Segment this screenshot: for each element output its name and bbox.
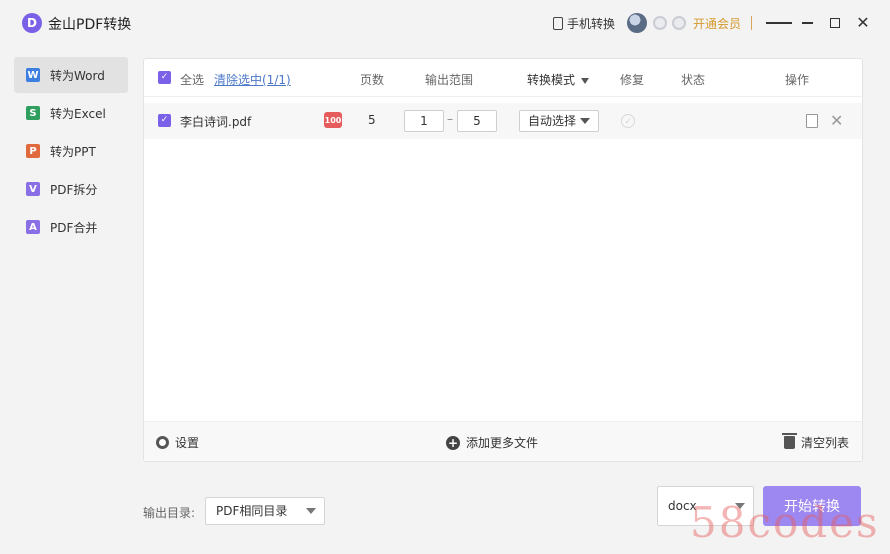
range-header: 输出范围: [425, 73, 474, 87]
close-icon: ✕: [856, 13, 870, 32]
sidebar: W 转为Word S 转为Excel P 转为PPT V PDF拆分 A PDF…: [14, 57, 128, 247]
app-title: 金山PDF转换: [48, 17, 132, 33]
status-header: 状态: [681, 73, 706, 87]
title-bar: D 金山PDF转换 手机转换 开通会员 ✕: [0, 0, 890, 46]
clear-selection-link[interactable]: 清除选中(1/1): [214, 71, 291, 88]
merge-icon: A: [26, 220, 40, 234]
plus-icon: +: [446, 435, 460, 450]
output-dir-value: PDF相同目录: [216, 504, 288, 518]
title-bar-controls: 手机转换 开通会员 ✕: [552, 0, 890, 46]
actions-header: 操作: [785, 73, 810, 87]
clear-list-button[interactable]: 清空列表: [782, 433, 850, 451]
start-convert-button[interactable]: 开始转换: [763, 486, 861, 526]
row-checkbox[interactable]: ✓: [158, 114, 171, 127]
output-dir-select[interactable]: PDF相同目录: [205, 497, 325, 525]
chevron-down-icon: [580, 118, 590, 124]
chevron-down-icon: [581, 77, 590, 84]
repair-header: 修复: [620, 73, 645, 87]
gear-icon: [156, 436, 169, 449]
output-dir-label: 输出目录:: [143, 506, 196, 520]
excel-icon: S: [26, 106, 40, 120]
preview-icon[interactable]: [806, 114, 818, 128]
score-badge-icon: 100: [324, 112, 342, 128]
add-files-label: 添加更多文件: [466, 436, 539, 450]
range-separator: –: [447, 112, 453, 126]
select-all-label: 全选: [180, 73, 205, 87]
split-icon: V: [26, 182, 40, 196]
sidebar-item-label: 转为Excel: [50, 106, 106, 121]
ppt-icon: P: [26, 144, 40, 158]
vip-link[interactable]: 开通会员: [693, 15, 741, 32]
phone-convert-button[interactable]: 手机转换: [552, 15, 615, 32]
mode-select-value: 自动选择: [528, 114, 577, 128]
maximize-icon: [830, 18, 840, 28]
settings-button[interactable]: 设置: [156, 434, 199, 451]
menu-icon[interactable]: [766, 10, 793, 36]
range-to-input[interactable]: 5: [457, 110, 497, 132]
select-all-checkbox[interactable]: ✓: [158, 71, 171, 84]
trash-icon: [782, 433, 797, 449]
minimize-button[interactable]: [794, 10, 820, 36]
sidebar-item-label: 转为Word: [50, 68, 105, 83]
add-files-button[interactable]: + 添加更多文件: [446, 434, 538, 451]
close-button[interactable]: ✕: [850, 10, 876, 36]
settings-label: 设置: [175, 436, 200, 450]
word-icon: W: [26, 68, 40, 82]
maximize-button[interactable]: [822, 10, 848, 36]
repair-check-icon[interactable]: ✓: [621, 114, 635, 128]
page-count: 5: [368, 113, 376, 127]
mode-header-label: 转换模式: [527, 73, 576, 87]
file-name: 李白诗词.pdf: [180, 115, 252, 129]
clear-list-label: 清空列表: [801, 436, 850, 450]
app-logo-icon: D: [22, 13, 42, 33]
pages-header: 页数: [360, 73, 385, 87]
mode-select[interactable]: 自动选择: [519, 110, 599, 132]
format-select[interactable]: docx: [657, 486, 754, 526]
sidebar-item-label: PDF拆分: [50, 182, 98, 197]
table-row: ✓ 李白诗词.pdf 100 5 1 – 5 自动选择 ✓ ✕: [144, 103, 862, 139]
range-from-input[interactable]: 1: [404, 110, 444, 132]
minimize-icon: [801, 22, 813, 24]
chevron-down-icon: [735, 503, 745, 509]
file-list-panel: ✓ 全选 清除选中(1/1) 页数 输出范围 转换模式 修复 状态 操作 ✓ 李…: [143, 58, 863, 462]
sidebar-item-label: PDF合并: [50, 220, 98, 235]
sidebar-item-excel[interactable]: S 转为Excel: [14, 95, 128, 131]
sidebar-item-word[interactable]: W 转为Word: [14, 57, 128, 93]
format-value: docx: [668, 499, 697, 513]
sidebar-item-label: 转为PPT: [50, 144, 96, 159]
sidebar-item-merge[interactable]: A PDF合并: [14, 209, 128, 245]
title-bar-divider: [751, 16, 752, 30]
chevron-down-icon: [306, 508, 316, 514]
member-badge-icon: [652, 16, 667, 30]
panel-footer: 设置 + 添加更多文件 清空列表: [144, 421, 862, 461]
sidebar-item-split[interactable]: V PDF拆分: [14, 171, 128, 207]
mode-header[interactable]: 转换模式: [527, 71, 590, 88]
coin-icon: [671, 16, 686, 30]
table-header: ✓ 全选 清除选中(1/1) 页数 输出范围 转换模式 修复 状态 操作: [144, 59, 862, 97]
sidebar-item-ppt[interactable]: P 转为PPT: [14, 133, 128, 169]
remove-file-icon[interactable]: ✕: [830, 113, 843, 129]
phone-icon: [552, 16, 563, 30]
avatar[interactable]: [626, 13, 647, 33]
phone-convert-label: 手机转换: [566, 16, 615, 31]
